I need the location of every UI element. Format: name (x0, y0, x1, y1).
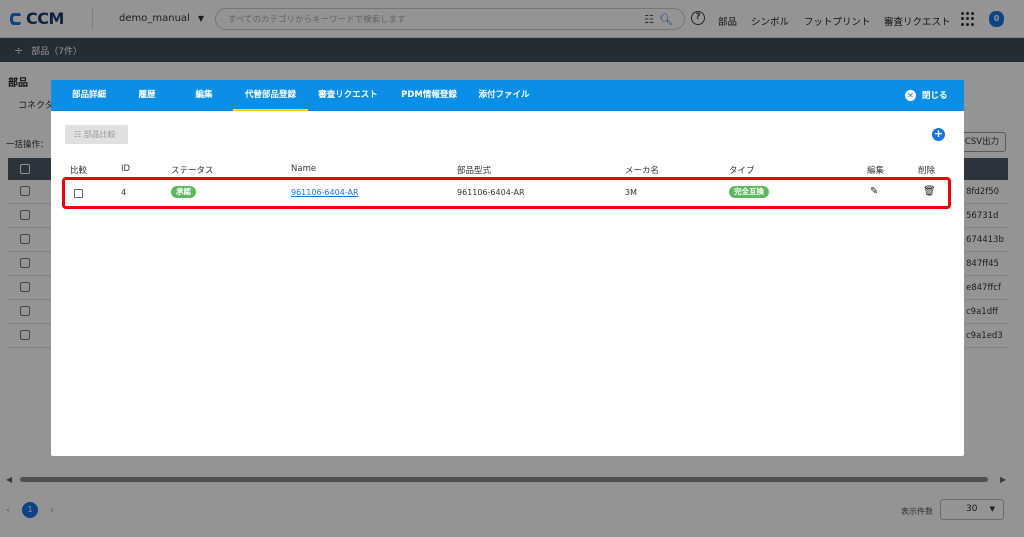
col-part-number: 部品型式 (457, 166, 492, 176)
col-id: ID (121, 164, 131, 174)
tab-edit[interactable]: 編集 (188, 80, 220, 111)
compare-icon: ☷ (74, 130, 82, 139)
highlight-box (62, 177, 951, 209)
part-detail-modal: 部品詳細 履歴 編集 代替部品登録 審査リクエスト PDM情報登録 添付ファイル… (51, 80, 964, 456)
col-delete: 削除 (918, 166, 936, 176)
compare-label: 部品比較 (83, 130, 116, 139)
col-maker: メーカ名 (625, 166, 660, 176)
tab-part-details[interactable]: 部品詳細 (63, 80, 115, 111)
tab-review-request[interactable]: 審査リクエスト (313, 80, 383, 111)
tab-history[interactable]: 履歴 (131, 80, 163, 111)
col-edit: 編集 (867, 166, 885, 176)
modal-tab-bar: 部品詳細 履歴 編集 代替部品登録 審査リクエスト PDM情報登録 添付ファイル… (51, 80, 964, 111)
close-button[interactable]: ✕ 閉じる (905, 89, 948, 101)
col-compare: 比較 (70, 166, 88, 176)
col-status: ステータス (171, 166, 214, 176)
col-name: Name (291, 164, 317, 174)
close-label: 閉じる (922, 91, 948, 101)
tab-attachments[interactable]: 添付ファイル (475, 80, 533, 111)
col-type: タイプ (729, 166, 755, 176)
add-alternate-icon[interactable]: + (932, 128, 945, 141)
tab-pdm-info[interactable]: PDM情報登録 (397, 80, 461, 111)
compare-parts-button[interactable]: ☷ 部品比較 (65, 125, 128, 144)
tab-alternate-parts[interactable]: 代替部品登録 (233, 80, 308, 111)
close-icon: ✕ (905, 89, 916, 101)
